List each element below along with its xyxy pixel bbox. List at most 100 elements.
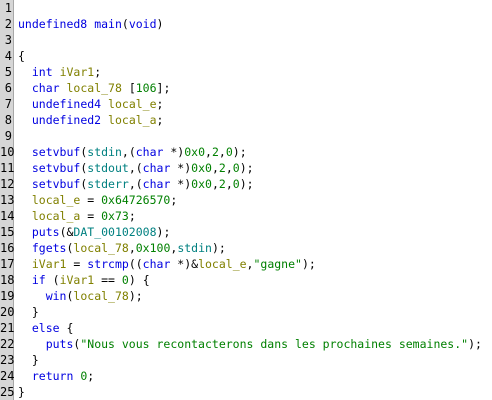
code-line[interactable]: 11 setvbuf(stdout,(char *)0x0,2,0); — [0, 160, 492, 176]
code-line[interactable]: 7 undefined4 local_e; — [0, 96, 492, 112]
code-line[interactable]: 15 puts(&DAT_00102008); — [0, 224, 492, 240]
variable-name[interactable]: local_78 — [73, 241, 128, 255]
number-literal[interactable]: 0 — [233, 177, 240, 191]
function-name[interactable]: setvbuf — [32, 161, 80, 175]
code-line[interactable]: 22 puts("Nous vous recontacterons dans l… — [0, 336, 492, 352]
punctuation: , — [205, 145, 212, 159]
string-literal[interactable]: "gagne" — [253, 257, 301, 271]
code-line[interactable]: 23 } — [0, 352, 492, 368]
code-line[interactable]: 12 setvbuf(stderr,(char *)0x0,2,0); — [0, 176, 492, 192]
code-line[interactable]: 20 } — [0, 304, 492, 320]
number-literal[interactable]: 0 — [122, 273, 129, 287]
code-text: setvbuf(stdin,(char *)0x0,2,0); — [14, 144, 247, 160]
type-keyword[interactable]: undefined2 — [32, 113, 101, 127]
code-line[interactable]: 2 undefined8 main(void) — [0, 16, 492, 32]
line-number: 19 — [0, 288, 15, 304]
function-name[interactable]: fgets — [32, 241, 67, 255]
type-keyword[interactable]: undefined8 — [18, 17, 87, 31]
control-keyword[interactable]: if — [32, 273, 46, 287]
function-name[interactable]: win — [46, 289, 67, 303]
code-line[interactable]: 16 fgets(local_78,0x100,stdin); — [0, 240, 492, 256]
type-keyword[interactable]: char — [143, 177, 171, 191]
decompiler-code-view[interactable]: 1 2 undefined8 main(void) 3 4{5 int iVar1; 6 … — [0, 0, 492, 400]
type-keyword[interactable]: char — [32, 81, 60, 95]
type-keyword[interactable]: undefined4 — [32, 97, 101, 111]
code-line[interactable]: 5 int iVar1; — [0, 64, 492, 80]
number-literal[interactable]: 0 — [226, 145, 233, 159]
type-keyword[interactable]: void — [129, 17, 157, 31]
number-literal[interactable]: 0x0 — [191, 177, 212, 191]
number-literal[interactable]: 2 — [219, 161, 226, 175]
variable-name[interactable]: local_e — [198, 257, 246, 271]
number-literal[interactable]: 0 — [233, 161, 240, 175]
type-keyword[interactable]: int — [32, 65, 53, 79]
type-keyword[interactable]: char — [143, 161, 171, 175]
punctuation: ); — [239, 161, 254, 175]
punctuation: [ — [121, 81, 136, 95]
global-symbol[interactable]: DAT_00102008 — [73, 225, 156, 239]
code-line[interactable]: 6 char local_78 [106]; — [0, 80, 492, 96]
code-line[interactable]: 14 local_a = 0x73; — [0, 208, 492, 224]
line-number: 10 — [0, 144, 15, 160]
punctuation: ; — [128, 209, 136, 223]
string-literal[interactable]: "Nous vous recontacterons dans les proch… — [80, 337, 468, 351]
code-line[interactable]: 9 — [0, 128, 492, 144]
code-line[interactable]: 13 local_e = 0x64726570; — [0, 192, 492, 208]
code-line[interactable]: 18 if (iVar1 == 0) { — [0, 272, 492, 288]
code-line[interactable]: 24 return 0; — [0, 368, 492, 384]
variable-name[interactable]: local_a — [108, 113, 156, 127]
code-line[interactable]: 4{ — [0, 48, 492, 64]
global-symbol[interactable]: stdin — [87, 145, 122, 159]
line-number: 3 — [0, 32, 14, 48]
punctuation — [18, 97, 32, 111]
line-number: 24 — [0, 368, 15, 384]
control-keyword[interactable]: return — [32, 369, 74, 383]
number-literal[interactable]: 0x73 — [101, 209, 129, 223]
variable-name[interactable]: local_e — [32, 193, 80, 207]
number-literal[interactable]: 2 — [219, 177, 226, 191]
code-line[interactable]: 3 — [0, 32, 492, 48]
code-text: puts("Nous vous recontacterons dans les … — [14, 336, 482, 352]
variable-name[interactable]: local_e — [108, 97, 156, 111]
number-literal[interactable]: 106 — [136, 81, 157, 95]
function-name[interactable]: strcmp — [87, 257, 129, 271]
code-line[interactable]: 19 win(local_78); — [0, 288, 492, 304]
line-number: 1 — [0, 0, 14, 16]
code-line[interactable]: 25} — [0, 384, 492, 400]
code-text: } — [14, 304, 39, 320]
global-symbol[interactable]: stdin — [177, 241, 212, 255]
variable-name[interactable]: iVar1 — [60, 273, 95, 287]
line-number: 25 — [0, 384, 15, 400]
punctuation: , — [225, 161, 233, 175]
code-line[interactable]: 21 else { — [0, 320, 492, 336]
number-literal[interactable]: 2 — [212, 145, 219, 159]
number-literal[interactable]: 0x64726570 — [101, 193, 170, 207]
number-literal[interactable]: 0x0 — [184, 145, 205, 159]
number-literal[interactable]: 0x100 — [136, 241, 171, 255]
punctuation: ); — [128, 289, 143, 303]
control-keyword[interactable]: else — [32, 321, 60, 335]
code-line[interactable]: 17 iVar1 = strcmp((char *)&local_e,"gagn… — [0, 256, 492, 272]
variable-name[interactable]: local_78 — [73, 289, 128, 303]
punctuation: } — [18, 305, 39, 319]
global-symbol[interactable]: stderr — [87, 177, 129, 191]
function-name[interactable]: main — [94, 17, 122, 31]
number-literal[interactable]: 0x0 — [191, 161, 212, 175]
variable-name[interactable]: local_78 — [67, 81, 122, 95]
function-name[interactable]: setvbuf — [32, 177, 80, 191]
variable-name[interactable]: iVar1 — [60, 65, 95, 79]
variable-name[interactable]: local_a — [32, 209, 80, 223]
punctuation — [18, 193, 32, 207]
global-symbol[interactable]: stdout — [87, 161, 129, 175]
function-name[interactable]: puts — [46, 337, 74, 351]
type-keyword[interactable]: char — [143, 257, 171, 271]
punctuation: *)& — [170, 257, 199, 271]
code-text: puts(&DAT_00102008); — [14, 224, 171, 240]
code-line[interactable]: 8 undefined2 local_a; — [0, 112, 492, 128]
type-keyword[interactable]: char — [136, 145, 164, 159]
function-name[interactable]: puts — [32, 225, 60, 239]
code-line[interactable]: 1 — [0, 0, 492, 16]
function-name[interactable]: setvbuf — [32, 145, 80, 159]
variable-name[interactable]: iVar1 — [32, 257, 67, 271]
code-line[interactable]: 10 setvbuf(stdin,(char *)0x0,2,0); — [0, 144, 492, 160]
